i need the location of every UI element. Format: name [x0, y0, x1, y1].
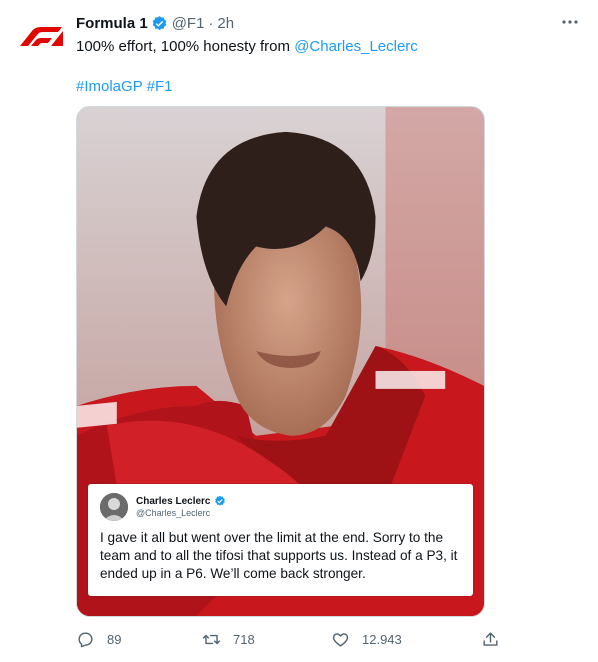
hashtag-imolagp[interactable]: #ImolaGP: [76, 78, 142, 95]
like-icon: [332, 632, 349, 647]
retweet-icon: [202, 634, 221, 644]
retweet-button[interactable]: 718: [202, 626, 255, 652]
author-handle[interactable]: @F1: [172, 15, 205, 32]
reply-button[interactable]: 89: [76, 626, 121, 652]
tweet-actions: 89 718 12.943: [76, 626, 506, 652]
quote-text: I gave it all but went over the limit at…: [100, 530, 458, 581]
tweet: Formula 1 @F1 · 2h 100% effort, 100% hon…: [0, 0, 598, 662]
hashtag-f1[interactable]: #F1: [147, 78, 173, 95]
tweet-timestamp[interactable]: 2h: [217, 15, 234, 32]
tweet-text-prefix: 100% effort, 100% honesty from: [76, 38, 295, 55]
quote-author-name: Charles Leclerc: [136, 495, 211, 507]
quote-author-handle: @Charles_Leclerc: [136, 508, 211, 518]
reply-icon: [78, 631, 93, 647]
quote-card: Charles Leclerc @Charles_Leclerc I gave …: [88, 484, 473, 596]
verified-badge-icon: [152, 15, 166, 30]
quote-name-row: Charles Leclerc: [136, 495, 226, 507]
share-icon: [483, 631, 498, 646]
tweet-media-image[interactable]: Charles Leclerc @Charles_Leclerc I gave …: [76, 106, 485, 617]
share-button[interactable]: [481, 626, 512, 652]
author-name[interactable]: Formula 1: [76, 15, 148, 32]
more-options-icon[interactable]: [560, 12, 580, 32]
separator-dot: ·: [208, 14, 214, 32]
tweet-text: 100% effort, 100% honesty from @Charles_…: [76, 37, 576, 97]
like-button[interactable]: 12.943: [331, 626, 402, 652]
reply-count: 89: [107, 631, 122, 647]
quote-verified-icon: [214, 495, 225, 506]
like-count: 12.943: [362, 631, 402, 647]
quote-avatar[interactable]: [100, 493, 128, 521]
f1-logo[interactable]: [16, 24, 64, 48]
tweet-header: Formula 1 @F1 · 2h: [76, 12, 578, 34]
mention-link[interactable]: @Charles_Leclerc: [294, 38, 418, 55]
retweet-count: 718: [233, 631, 255, 647]
